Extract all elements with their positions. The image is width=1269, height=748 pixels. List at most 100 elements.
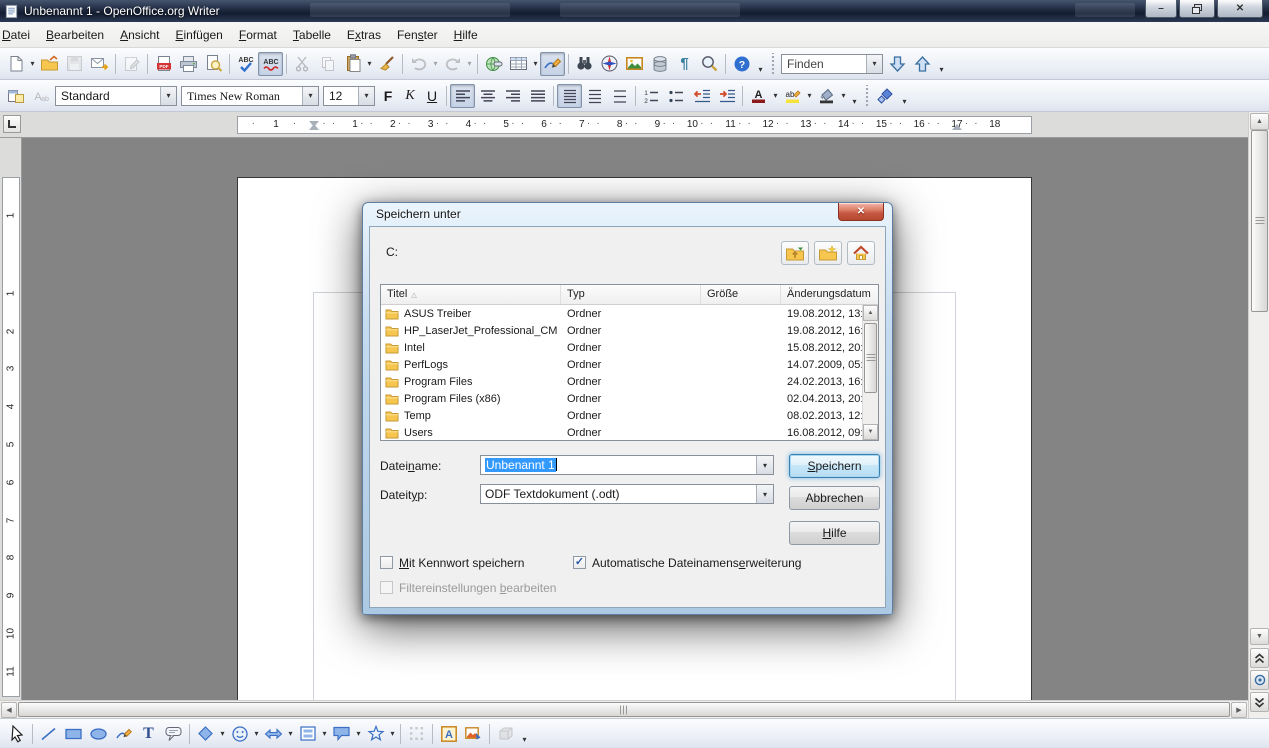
text-callout-button[interactable] xyxy=(161,722,186,746)
insert-table-button[interactable] xyxy=(506,52,531,76)
line-button[interactable] xyxy=(36,722,61,746)
line-spacing-1-button[interactable] xyxy=(557,84,582,108)
font-name-value[interactable]: Times New Roman xyxy=(182,87,302,105)
select-button[interactable] xyxy=(4,722,29,746)
find-previous-button[interactable] xyxy=(910,52,935,76)
toolbar-overflow-arrow[interactable]: ▾ xyxy=(754,52,767,76)
file-row[interactable]: HP_LaserJet_Professional_CM Ordner 19.08… xyxy=(381,322,878,339)
auto-spellcheck-button[interactable]: ABC xyxy=(258,52,283,76)
font-size-combobox[interactable]: 12 ▾ xyxy=(323,86,375,106)
file-row[interactable]: Program Files (x86) Ordner 02.04.2013, 2… xyxy=(381,390,878,407)
spellcheck-button[interactable]: ABC xyxy=(233,52,258,76)
file-row[interactable]: Intel Ordner 15.08.2012, 20:4 xyxy=(381,339,878,356)
next-page-button[interactable] xyxy=(1250,692,1269,712)
create-new-directory-button[interactable] xyxy=(814,241,842,265)
font-name-dropdown-button[interactable]: ▾ xyxy=(302,87,318,105)
justify-button[interactable] xyxy=(525,84,550,108)
scroll-up-button[interactable]: ▲ xyxy=(1250,113,1269,130)
menu-hilfe[interactable]: Hilfe xyxy=(446,25,486,45)
menu-format[interactable]: Format xyxy=(231,25,285,45)
callouts-button[interactable] xyxy=(329,722,354,746)
text-button[interactable]: T xyxy=(136,722,161,746)
numbered-list-button[interactable]: 12 xyxy=(639,84,664,108)
formatting-marks-button[interactable]: ¶ xyxy=(672,52,697,76)
find-toolbar-overflow-arrow[interactable]: ▾ xyxy=(935,52,948,76)
paste-dropdown-arrow[interactable]: ▾ xyxy=(365,59,374,68)
find-toolbar-grip[interactable] xyxy=(770,53,776,75)
password-checkbox[interactable]: ✓ xyxy=(380,556,393,569)
navigator-button[interactable] xyxy=(597,52,622,76)
increase-indent-button[interactable] xyxy=(714,84,739,108)
vertical-scrollbar-thumb[interactable] xyxy=(1251,130,1268,312)
horizontal-scrollbar[interactable]: ◀ ▶ xyxy=(0,700,1248,718)
list-scroll-up-button[interactable]: ▲ xyxy=(863,305,878,321)
scroll-right-button[interactable]: ▶ xyxy=(1231,702,1247,718)
file-row[interactable]: ASUS Treiber Ordner 19.08.2012, 13:2 xyxy=(381,305,878,322)
background-color-button[interactable] xyxy=(814,84,839,108)
find-next-button[interactable] xyxy=(885,52,910,76)
save-button[interactable]: Speichern xyxy=(789,454,880,478)
horizontal-scrollbar-thumb[interactable] xyxy=(18,702,1230,717)
filename-combobox[interactable]: Unbenannt 1 ▾ xyxy=(480,455,774,475)
scroll-left-button[interactable]: ◀ xyxy=(1,702,17,718)
new-document-button[interactable] xyxy=(3,52,28,76)
vertical-ruler[interactable]: 1 1234567891011 xyxy=(0,138,22,700)
align-right-button[interactable] xyxy=(500,84,525,108)
undo-button[interactable] xyxy=(406,52,431,76)
gallery-button[interactable] xyxy=(622,52,647,76)
horizontal-ruler[interactable]: 1 123456789101112131415161718 xyxy=(0,112,1248,138)
open-button[interactable] xyxy=(37,52,62,76)
callouts-dropdown-arrow[interactable]: ▾ xyxy=(354,729,363,738)
stars-dropdown-arrow[interactable]: ▾ xyxy=(388,729,397,738)
vertical-scrollbar[interactable]: ▲ ▼ xyxy=(1248,112,1269,718)
file-list-scrollbar[interactable]: ▲ ▼ xyxy=(862,305,878,440)
file-row[interactable]: Users Ordner 16.08.2012, 09:2 xyxy=(381,424,878,440)
find-dropdown-button[interactable]: ▾ xyxy=(866,55,882,73)
italic-button[interactable]: K xyxy=(399,84,421,108)
file-row[interactable]: Program Files Ordner 24.02.2013, 16:0 xyxy=(381,373,878,390)
symbol-shapes-button[interactable] xyxy=(227,722,252,746)
navigation-button[interactable] xyxy=(1250,670,1269,690)
dialog-close-button[interactable]: ✕ xyxy=(838,203,884,221)
highlighting-dropdown-arrow[interactable]: ▾ xyxy=(805,91,814,100)
align-center-button[interactable] xyxy=(475,84,500,108)
right-indent-marker[interactable] xyxy=(952,124,962,130)
font-size-dropdown-button[interactable]: ▾ xyxy=(358,87,374,105)
formatting-toolbar-overflow-arrow[interactable]: ▾ xyxy=(848,84,861,108)
menu-tabelle[interactable]: Tabelle xyxy=(285,25,339,45)
help-button[interactable]: ? xyxy=(729,52,754,76)
save-button[interactable] xyxy=(62,52,87,76)
tab-stop-selector[interactable] xyxy=(3,115,21,133)
basic-shapes-dropdown-arrow[interactable]: ▾ xyxy=(218,729,227,738)
file-row[interactable]: PerfLogs Ordner 14.07.2009, 05:2 xyxy=(381,356,878,373)
rectangle-button[interactable] xyxy=(61,722,86,746)
extra-toolbar-overflow-arrow[interactable]: ▾ xyxy=(898,84,911,108)
block-arrows-dropdown-arrow[interactable]: ▾ xyxy=(286,729,295,738)
list-scroll-down-button[interactable]: ▼ xyxy=(863,424,878,440)
font-color-button[interactable]: A xyxy=(746,84,771,108)
line-spacing-15-button[interactable] xyxy=(582,84,607,108)
decrease-indent-button[interactable] xyxy=(689,84,714,108)
column-header-aenderungsdatum[interactable]: Änderungsdatum xyxy=(781,285,878,304)
block-arrows-button[interactable] xyxy=(261,722,286,746)
drawing-toolbar-overflow-arrow[interactable]: ▾ xyxy=(518,722,531,746)
vertical-ruler-scale[interactable]: 1 1234567891011 xyxy=(2,177,20,697)
menu-bearbeiten[interactable]: Bearbeiten xyxy=(38,25,112,45)
filename-dropdown-button[interactable]: ▾ xyxy=(756,456,773,474)
find-combobox[interactable]: Finden ▾ xyxy=(781,54,883,74)
align-left-button[interactable] xyxy=(450,84,475,108)
list-scrollbar-thumb[interactable] xyxy=(864,323,877,393)
background-color-dropdown-arrow[interactable]: ▾ xyxy=(839,91,848,100)
edit-file-button[interactable] xyxy=(119,52,144,76)
default-directory-button[interactable] xyxy=(847,241,875,265)
redo-button[interactable] xyxy=(440,52,465,76)
up-one-level-button[interactable] xyxy=(781,241,809,265)
undo-dropdown-arrow[interactable]: ▾ xyxy=(431,59,440,68)
filetype-combobox[interactable]: ODF Textdokument (.odt) ▾ xyxy=(480,484,774,504)
menu-ansicht[interactable]: Ansicht xyxy=(112,25,167,45)
auto-extension-checkbox[interactable]: ✓ xyxy=(573,556,586,569)
email-document-button[interactable] xyxy=(87,52,112,76)
redo-dropdown-arrow[interactable]: ▾ xyxy=(465,59,474,68)
flowchart-dropdown-arrow[interactable]: ▾ xyxy=(320,729,329,738)
data-sources-button[interactable] xyxy=(647,52,672,76)
